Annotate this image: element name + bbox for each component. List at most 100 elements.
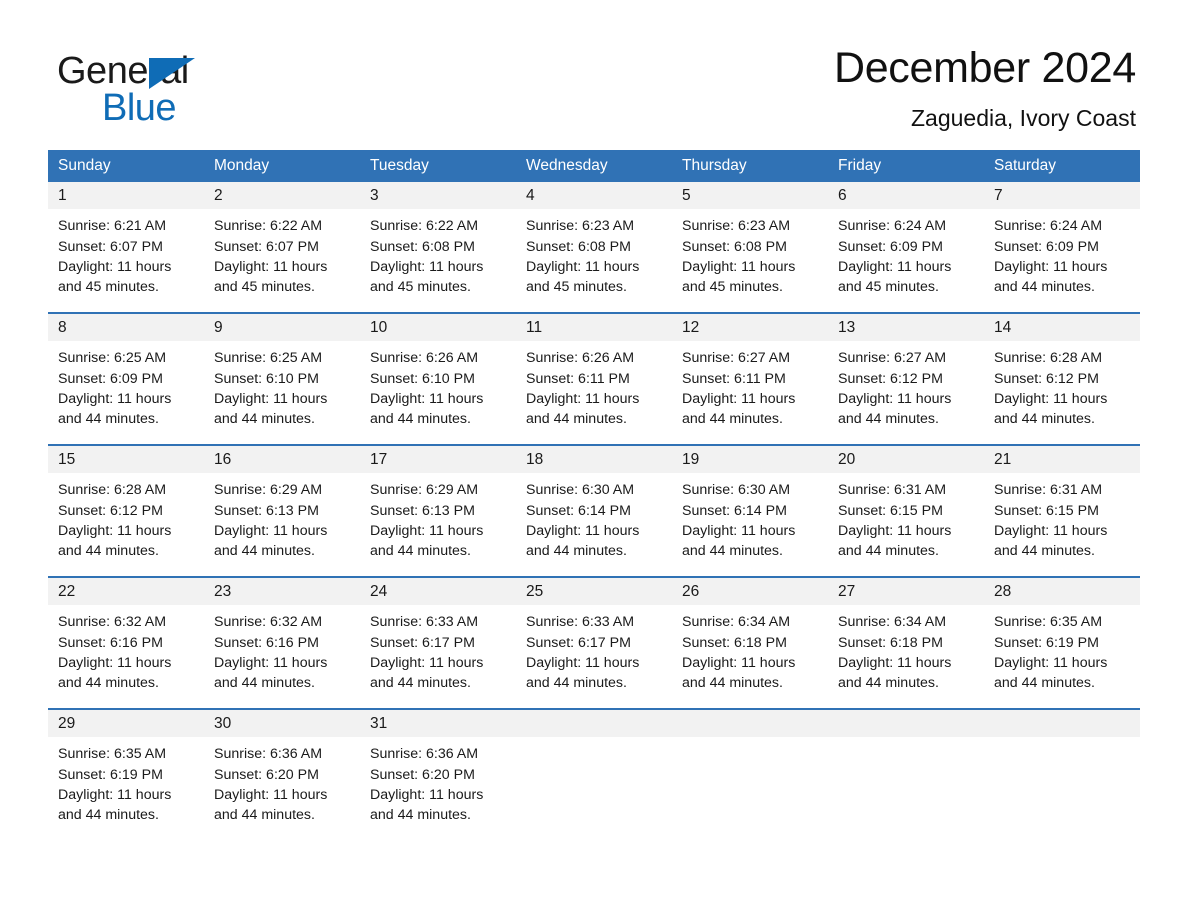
sunrise-text: Sunrise: 6:23 AM <box>682 218 791 235</box>
day-cell-body <box>828 737 984 744</box>
sunrise-text: Sunrise: 6:31 AM <box>994 482 1103 499</box>
week-row: 22 Sunrise: 6:32 AM Sunset: 6:16 PM Dayl… <box>48 576 1140 696</box>
sunset-text: Sunset: 6:18 PM <box>838 634 943 651</box>
day-cell[interactable]: 15 Sunrise: 6:28 AM Sunset: 6:12 PM Dayl… <box>48 446 204 564</box>
day-cell[interactable]: 26 Sunrise: 6:34 AM Sunset: 6:18 PM Dayl… <box>672 578 828 696</box>
day-cell-body: Sunrise: 6:35 AM Sunset: 6:19 PM Dayligh… <box>984 605 1140 693</box>
daylight-text-line1: Daylight: 11 hours <box>838 654 952 671</box>
daylight-text-line2: and 44 minutes. <box>214 675 315 692</box>
sunset-text: Sunset: 6:11 PM <box>682 370 786 387</box>
day-cell[interactable]: 4 Sunrise: 6:23 AM Sunset: 6:08 PM Dayli… <box>516 182 672 300</box>
daylight-text-line1: Daylight: 11 hours <box>838 258 952 275</box>
day-cell[interactable]: 11 Sunrise: 6:26 AM Sunset: 6:11 PM Dayl… <box>516 314 672 432</box>
day-number-strip: 27 <box>828 578 984 606</box>
daylight-text-line1: Daylight: 11 hours <box>370 522 484 539</box>
day-cell[interactable]: 12 Sunrise: 6:27 AM Sunset: 6:11 PM Dayl… <box>672 314 828 432</box>
daylight-text-line2: and 45 minutes. <box>526 279 627 296</box>
page-location: Zaguedia, Ivory Coast <box>910 105 1136 132</box>
daylight-text-line1: Daylight: 11 hours <box>58 258 172 275</box>
daylight-text-line2: and 44 minutes. <box>838 675 939 692</box>
day-cell[interactable]: 21 Sunrise: 6:31 AM Sunset: 6:15 PM Dayl… <box>984 446 1140 564</box>
day-number: 5 <box>682 187 691 205</box>
day-cell-body <box>516 737 672 744</box>
sunrise-text: Sunrise: 6:30 AM <box>526 482 635 499</box>
daylight-text-line1: Daylight: 11 hours <box>838 522 952 539</box>
sunrise-text: Sunrise: 6:23 AM <box>526 218 635 235</box>
sunrise-text: Sunrise: 6:28 AM <box>994 350 1103 367</box>
day-number-strip: 8 <box>48 314 204 342</box>
sunset-text: Sunset: 6:07 PM <box>214 238 319 255</box>
daylight-text-line2: and 45 minutes. <box>682 279 783 296</box>
day-number-strip: 19 <box>672 446 828 474</box>
day-number-strip: 31 <box>360 710 516 738</box>
week-row: 8 Sunrise: 6:25 AM Sunset: 6:09 PM Dayli… <box>48 312 1140 432</box>
day-cell[interactable]: 19 Sunrise: 6:30 AM Sunset: 6:14 PM Dayl… <box>672 446 828 564</box>
sunrise-text: Sunrise: 6:26 AM <box>370 350 479 367</box>
day-cell[interactable]: 18 Sunrise: 6:30 AM Sunset: 6:14 PM Dayl… <box>516 446 672 564</box>
day-cell-body: Sunrise: 6:31 AM Sunset: 6:15 PM Dayligh… <box>828 473 984 561</box>
daylight-text-line2: and 44 minutes. <box>214 543 315 560</box>
weekday-header-monday: Monday <box>214 157 270 175</box>
day-cell-body: Sunrise: 6:30 AM Sunset: 6:14 PM Dayligh… <box>672 473 828 561</box>
sunset-text: Sunset: 6:17 PM <box>526 634 631 651</box>
sunset-text: Sunset: 6:18 PM <box>682 634 787 651</box>
day-number: 1 <box>58 187 67 205</box>
day-cell-empty <box>516 710 672 828</box>
day-cell-body: Sunrise: 6:25 AM Sunset: 6:09 PM Dayligh… <box>48 341 204 429</box>
daylight-text-line1: Daylight: 11 hours <box>370 258 484 275</box>
daylight-text-line1: Daylight: 11 hours <box>526 390 640 407</box>
sunset-text: Sunset: 6:14 PM <box>526 502 631 519</box>
day-cell[interactable]: 7 Sunrise: 6:24 AM Sunset: 6:09 PM Dayli… <box>984 182 1140 300</box>
day-number-strip <box>672 710 828 738</box>
day-cell[interactable]: 16 Sunrise: 6:29 AM Sunset: 6:13 PM Dayl… <box>204 446 360 564</box>
day-cell[interactable]: 27 Sunrise: 6:34 AM Sunset: 6:18 PM Dayl… <box>828 578 984 696</box>
day-number-strip: 16 <box>204 446 360 474</box>
day-number-strip: 29 <box>48 710 204 738</box>
sunset-text: Sunset: 6:09 PM <box>58 370 163 387</box>
day-cell[interactable]: 8 Sunrise: 6:25 AM Sunset: 6:09 PM Dayli… <box>48 314 204 432</box>
day-number: 2 <box>214 187 223 205</box>
day-cell-body: Sunrise: 6:33 AM Sunset: 6:17 PM Dayligh… <box>360 605 516 693</box>
day-cell[interactable]: 6 Sunrise: 6:24 AM Sunset: 6:09 PM Dayli… <box>828 182 984 300</box>
daylight-text-line1: Daylight: 11 hours <box>682 258 796 275</box>
day-cell[interactable]: 3 Sunrise: 6:22 AM Sunset: 6:08 PM Dayli… <box>360 182 516 300</box>
day-cell[interactable]: 20 Sunrise: 6:31 AM Sunset: 6:15 PM Dayl… <box>828 446 984 564</box>
day-number-strip: 30 <box>204 710 360 738</box>
day-cell[interactable]: 29 Sunrise: 6:35 AM Sunset: 6:19 PM Dayl… <box>48 710 204 828</box>
day-cell[interactable]: 23 Sunrise: 6:32 AM Sunset: 6:16 PM Dayl… <box>204 578 360 696</box>
day-cell[interactable]: 13 Sunrise: 6:27 AM Sunset: 6:12 PM Dayl… <box>828 314 984 432</box>
day-cell[interactable]: 10 Sunrise: 6:26 AM Sunset: 6:10 PM Dayl… <box>360 314 516 432</box>
sunrise-text: Sunrise: 6:35 AM <box>58 746 167 763</box>
day-cell[interactable]: 14 Sunrise: 6:28 AM Sunset: 6:12 PM Dayl… <box>984 314 1140 432</box>
daylight-text-line2: and 45 minutes. <box>214 279 315 296</box>
sunrise-text: Sunrise: 6:32 AM <box>58 614 167 631</box>
day-number: 10 <box>370 319 388 337</box>
day-cell[interactable]: 30 Sunrise: 6:36 AM Sunset: 6:20 PM Dayl… <box>204 710 360 828</box>
daylight-text-line2: and 44 minutes. <box>994 675 1095 692</box>
day-number: 18 <box>526 451 544 469</box>
day-cell[interactable]: 5 Sunrise: 6:23 AM Sunset: 6:08 PM Dayli… <box>672 182 828 300</box>
day-cell[interactable]: 1 Sunrise: 6:21 AM Sunset: 6:07 PM Dayli… <box>48 182 204 300</box>
day-cell[interactable]: 17 Sunrise: 6:29 AM Sunset: 6:13 PM Dayl… <box>360 446 516 564</box>
sunrise-text: Sunrise: 6:24 AM <box>994 218 1103 235</box>
sunrise-text: Sunrise: 6:21 AM <box>58 218 167 235</box>
day-cell[interactable]: 22 Sunrise: 6:32 AM Sunset: 6:16 PM Dayl… <box>48 578 204 696</box>
sunset-text: Sunset: 6:08 PM <box>682 238 787 255</box>
daylight-text-line2: and 44 minutes. <box>370 543 471 560</box>
daylight-text-line1: Daylight: 11 hours <box>370 654 484 671</box>
day-cell[interactable]: 9 Sunrise: 6:25 AM Sunset: 6:10 PM Dayli… <box>204 314 360 432</box>
day-cell[interactable]: 24 Sunrise: 6:33 AM Sunset: 6:17 PM Dayl… <box>360 578 516 696</box>
weekday-header-sunday: Sunday <box>58 157 111 175</box>
week-row: 15 Sunrise: 6:28 AM Sunset: 6:12 PM Dayl… <box>48 444 1140 564</box>
daylight-text-line1: Daylight: 11 hours <box>994 654 1108 671</box>
daylight-text-line2: and 45 minutes. <box>58 279 159 296</box>
daylight-text-line1: Daylight: 11 hours <box>682 654 796 671</box>
day-cell[interactable]: 25 Sunrise: 6:33 AM Sunset: 6:17 PM Dayl… <box>516 578 672 696</box>
daylight-text-line2: and 44 minutes. <box>370 675 471 692</box>
sunset-text: Sunset: 6:07 PM <box>58 238 163 255</box>
day-cell[interactable]: 28 Sunrise: 6:35 AM Sunset: 6:19 PM Dayl… <box>984 578 1140 696</box>
day-cell[interactable]: 31 Sunrise: 6:36 AM Sunset: 6:20 PM Dayl… <box>360 710 516 828</box>
sunrise-text: Sunrise: 6:22 AM <box>370 218 479 235</box>
day-cell[interactable]: 2 Sunrise: 6:22 AM Sunset: 6:07 PM Dayli… <box>204 182 360 300</box>
day-cell-body: Sunrise: 6:36 AM Sunset: 6:20 PM Dayligh… <box>360 737 516 825</box>
